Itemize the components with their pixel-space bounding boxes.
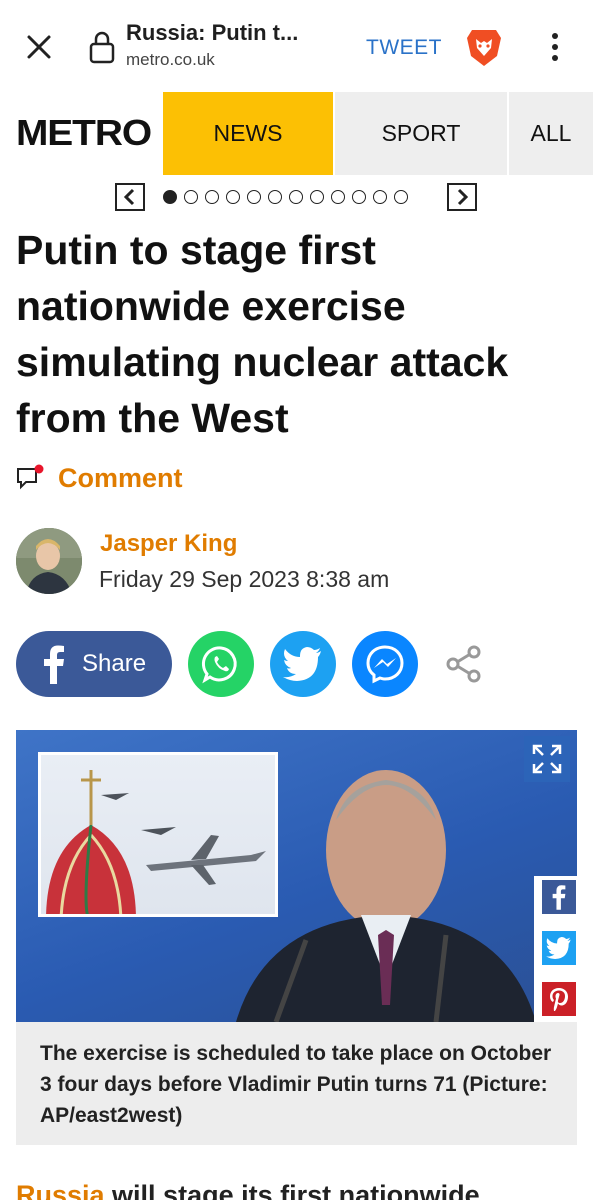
messenger-icon [366,645,404,684]
comment-icon [17,464,44,490]
twitter-share-button[interactable] [270,631,336,697]
chevron-right-icon [457,188,469,206]
page-title: Russia: Putin t... [126,20,299,45]
carousel-dot[interactable] [310,190,324,204]
twitter-icon [283,647,321,681]
facebook-icon [552,885,566,910]
inset-image [38,752,278,917]
carousel-dot[interactable] [394,190,408,204]
carousel-dot[interactable] [268,190,282,204]
twitter-icon [546,937,571,959]
carousel-dot[interactable] [205,190,219,204]
article-body-lead: Russia will stage its first nationwide [16,1180,480,1200]
image-twitter-share-button[interactable] [542,931,576,965]
carousel-next-button[interactable] [447,183,477,211]
image-pinterest-share-button[interactable] [542,982,576,1016]
whatsapp-icon [201,646,237,684]
carousel-dot[interactable] [289,190,303,204]
expand-icon [532,744,562,774]
messenger-share-button[interactable] [352,631,418,697]
tweet-button[interactable]: TWEET [366,36,442,60]
carousel-dot[interactable] [352,190,366,204]
site-nav: METRO NEWS SPORT ALL [0,92,593,175]
whatsapp-share-button[interactable] [188,631,254,697]
article-headline: Putin to stage first nationwide exercise… [16,227,509,441]
image-facebook-share-button[interactable] [542,880,576,914]
carousel-dot[interactable] [226,190,240,204]
brave-lion-icon[interactable] [464,26,504,68]
author-name[interactable]: Jasper King [100,530,237,558]
metro-logo[interactable]: METRO [16,112,152,154]
carousel-dot[interactable] [247,190,261,204]
comment-link[interactable]: Comment [16,460,183,496]
image-caption: The exercise is scheduled to take place … [16,1022,577,1145]
url-bar[interactable]: Russia: Putin t... metro.co.uk [126,20,346,70]
tab-all[interactable]: ALL [509,92,593,175]
publish-date: Friday 29 Sep 2023 8:38 am [99,566,390,592]
facebook-share-label: Share [82,650,147,677]
facebook-share-button[interactable]: Share [16,631,172,697]
story-carousel [115,183,478,211]
lock-icon[interactable] [88,30,116,64]
expand-image-button[interactable] [524,736,570,782]
page-domain: metro.co.uk [126,50,215,69]
jets-over-dome-picture [46,770,266,914]
more-vertical-icon[interactable] [548,30,562,64]
facebook-icon [44,645,64,684]
hero-image[interactable] [16,730,577,1022]
comment-label: Comment [58,462,183,493]
carousel-dot[interactable] [331,190,345,204]
russia-link[interactable]: Russia [16,1180,105,1200]
browser-toolbar: Russia: Putin t... metro.co.uk TWEET [0,0,593,92]
carousel-dot[interactable] [373,190,387,204]
carousel-dot[interactable] [184,190,198,204]
carousel-dots [163,190,408,204]
body-text: will stage its first nationwide [104,1180,480,1200]
carousel-dot[interactable] [163,190,177,204]
carousel-prev-button[interactable] [115,183,145,211]
close-icon[interactable] [22,30,56,64]
pinterest-icon [550,988,568,1011]
chevron-left-icon [123,188,135,206]
tab-news[interactable]: NEWS [163,92,333,175]
tab-sport[interactable]: SPORT [335,92,507,175]
author-avatar[interactable] [16,528,82,594]
share-icon[interactable] [444,644,484,684]
